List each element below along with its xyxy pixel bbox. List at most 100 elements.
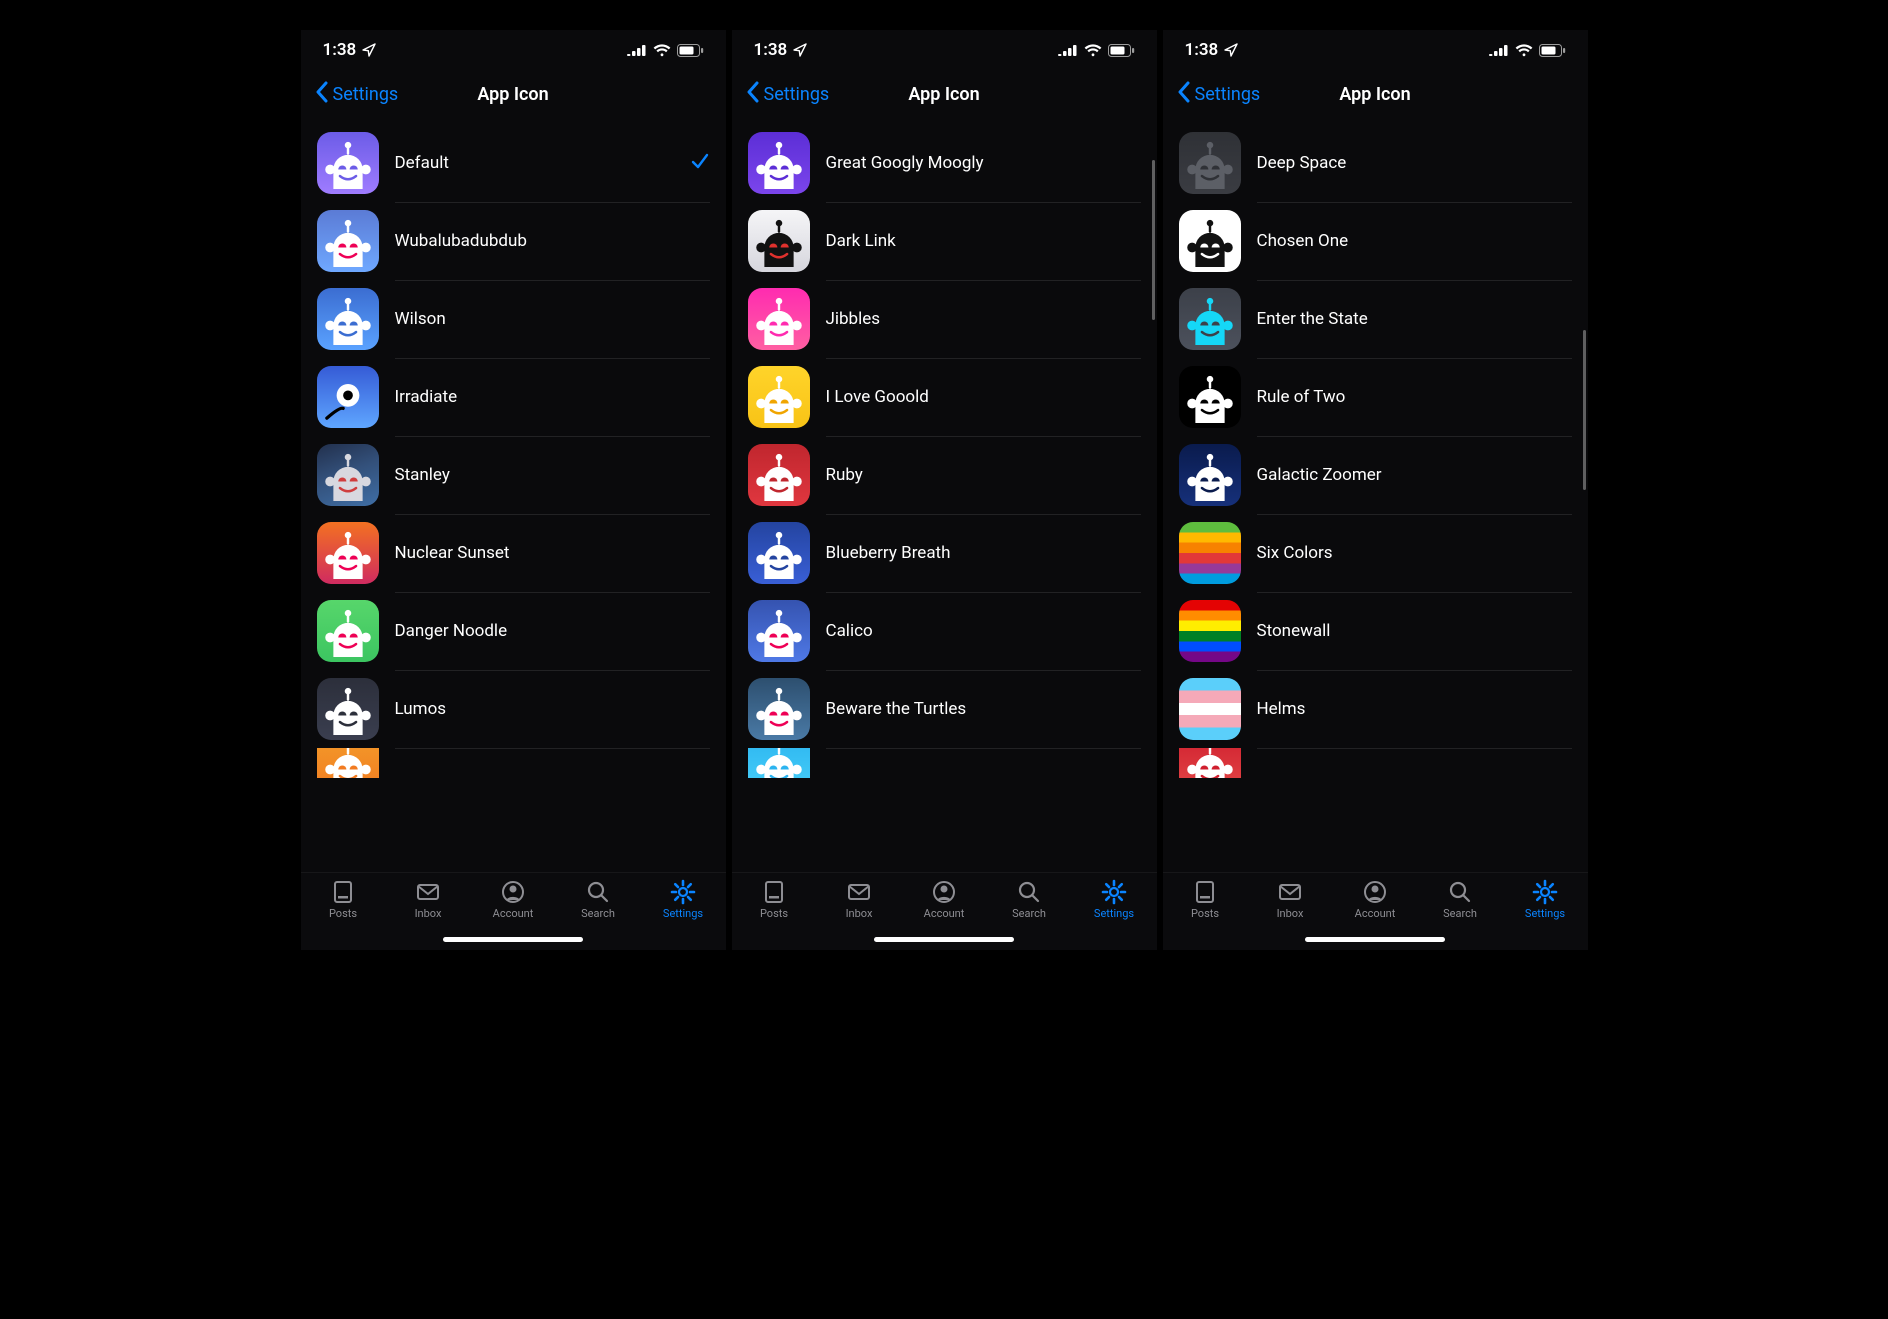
tab-posts[interactable]: Posts [308,879,378,920]
icon-option-row[interactable]: I Love Gooold [732,358,1157,436]
icon-option-row-partial[interactable] [1163,748,1588,778]
icon-list[interactable]: Deep Space Chosen One Enter the StateRule … [1163,118,1588,872]
icon-option-label: Stanley [395,465,710,485]
icon-option-label: Beware the Turtles [826,699,1141,719]
back-button[interactable]: Settings [1171,77,1267,112]
icon-option-label: Blueberry Breath [826,543,1141,563]
icon-option-row[interactable]: Default [301,124,726,202]
tab-label: Inbox [846,907,873,920]
home-indicator[interactable] [443,937,583,942]
icon-option-row[interactable]: Stonewall [1163,592,1588,670]
icon-option-label: I Love Gooold [826,387,1141,407]
icon-option-row[interactable]: Enter the State [1163,280,1588,358]
app-icon [748,444,810,506]
icon-option-row[interactable]: Jibbles [732,280,1157,358]
icon-list[interactable]: Default WubalubadubdubWilsonIrradiate Stan… [301,118,726,872]
posts-icon [761,879,787,905]
tab-search[interactable]: Search [563,879,633,920]
tab-inbox[interactable]: Inbox [824,879,894,920]
settings-icon [670,879,696,905]
account-icon [500,879,526,905]
tab-settings[interactable]: Settings [648,879,718,920]
tab-settings[interactable]: Settings [1079,879,1149,920]
icon-option-row[interactable]: Ruby [732,436,1157,514]
icon-option-label: Six Colors [1257,543,1572,563]
nav-bar: SettingsApp Icon [1163,70,1588,118]
icon-option-row[interactable]: Wilson [301,280,726,358]
app-icon [748,210,810,272]
icon-option-row[interactable]: Beware the Turtles [732,670,1157,748]
app-icon [317,678,379,740]
inbox-icon [846,879,872,905]
icon-option-row[interactable]: Chosen One [1163,202,1588,280]
icon-option-row[interactable]: Rule of Two [1163,358,1588,436]
icon-option-row-partial[interactable] [301,748,726,778]
icon-list[interactable]: Great Googly Moogly Dark Link Jibbles I Lov… [732,118,1157,872]
icon-option-row[interactable]: Irradiate [301,358,726,436]
app-icon [748,678,810,740]
icon-option-row[interactable]: Deep Space [1163,124,1588,202]
scrollbar[interactable] [1583,330,1586,490]
app-icon [1179,210,1241,272]
tab-account[interactable]: Account [909,879,979,920]
location-arrow-icon [1224,43,1238,57]
tab-account[interactable]: Account [1340,879,1410,920]
signal-icon [627,44,647,56]
app-icon [748,522,810,584]
icon-option-row[interactable]: Wubalubadubdub [301,202,726,280]
back-button[interactable]: Settings [740,77,836,112]
wifi-icon [1084,44,1102,57]
icon-option-row-partial[interactable] [732,748,1157,778]
icon-option-label: Dark Link [826,231,1141,251]
posts-icon [330,879,356,905]
tab-account[interactable]: Account [478,879,548,920]
phone-screen: 1:38SettingsApp IconDeep SpaceChosen One… [1163,30,1588,950]
icon-option-row[interactable]: Galactic Zoomer [1163,436,1588,514]
icon-option-row[interactable]: Calico [732,592,1157,670]
tab-label: Posts [1191,907,1219,920]
phone-screen: 1:38SettingsApp IconDefaultWubalubadubdu… [301,30,726,950]
icon-option-row[interactable]: Great Googly Moogly [732,124,1157,202]
app-icon [1179,366,1241,428]
app-icon [317,210,379,272]
back-button[interactable]: Settings [309,77,405,112]
tab-label: Settings [1094,907,1134,920]
icon-option-row[interactable]: Stanley [301,436,726,514]
home-indicator[interactable] [874,937,1014,942]
battery-icon [1108,44,1135,57]
nav-bar: SettingsApp Icon [732,70,1157,118]
icon-option-label: Default [395,153,690,173]
search-icon [1016,879,1042,905]
tab-label: Posts [760,907,788,920]
search-icon [585,879,611,905]
account-icon [931,879,957,905]
tab-posts[interactable]: Posts [1170,879,1240,920]
icon-option-row[interactable]: Danger Noodle [301,592,726,670]
icon-option-row[interactable]: Lumos [301,670,726,748]
icon-option-row[interactable]: Dark Link [732,202,1157,280]
scrollbar[interactable] [1152,160,1155,320]
tab-inbox[interactable]: Inbox [393,879,463,920]
app-icon [317,748,379,778]
home-indicator[interactable] [1305,937,1445,942]
icon-option-row[interactable]: Nuclear Sunset [301,514,726,592]
tab-settings[interactable]: Settings [1510,879,1580,920]
app-icon [1179,600,1241,662]
icon-option-label: Nuclear Sunset [395,543,710,563]
icon-option-label: Ruby [826,465,1141,485]
tab-inbox[interactable]: Inbox [1255,879,1325,920]
icon-option-label: Danger Noodle [395,621,710,641]
status-bar: 1:38 [301,30,726,70]
app-icon [317,444,379,506]
tab-search[interactable]: Search [1425,879,1495,920]
tab-posts[interactable]: Posts [739,879,809,920]
tab-label: Account [1355,907,1396,920]
icon-option-row[interactable]: Six Colors [1163,514,1588,592]
app-icon [317,522,379,584]
icon-option-row[interactable]: Blueberry Breath [732,514,1157,592]
app-icon [317,600,379,662]
tab-search[interactable]: Search [994,879,1064,920]
icon-option-row[interactable]: Helms [1163,670,1588,748]
icon-option-label: Chosen One [1257,231,1572,251]
tab-label: Search [1443,907,1477,920]
